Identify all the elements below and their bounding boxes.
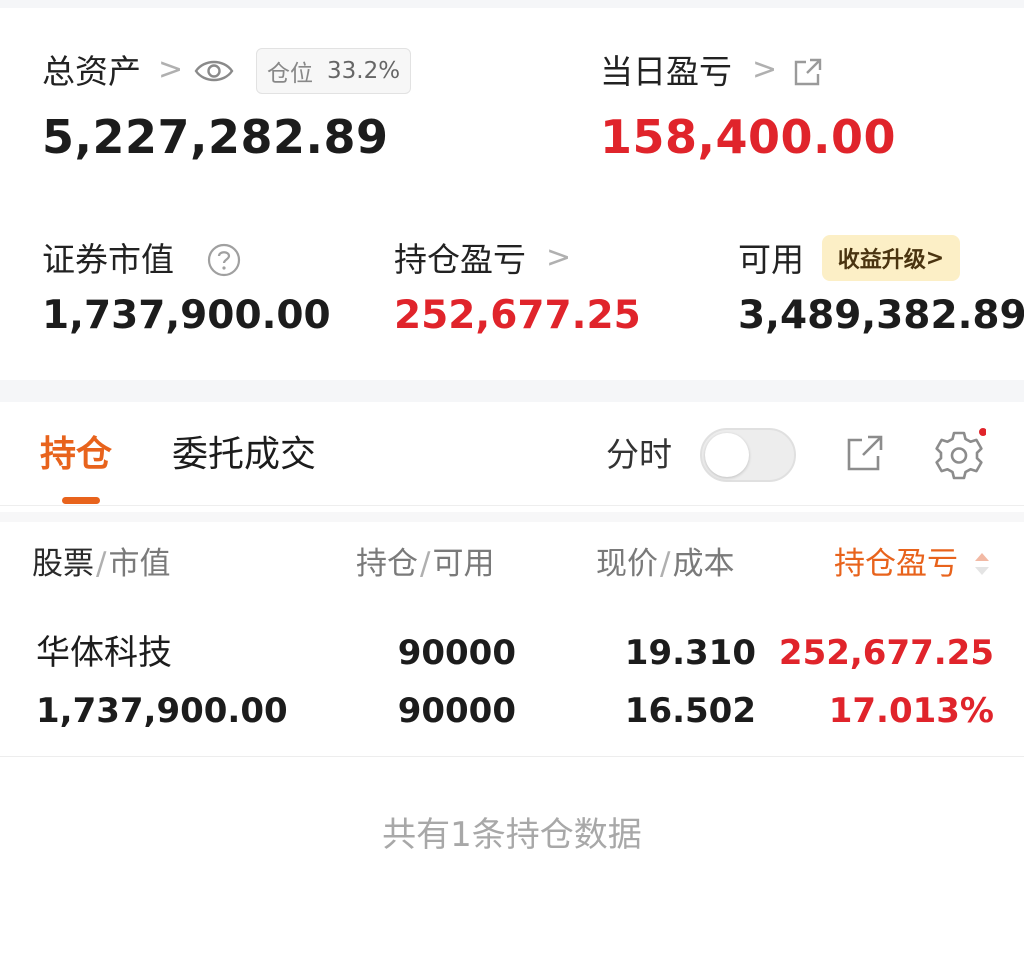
header-price-cost[interactable]: 现价/成本 bbox=[596, 544, 734, 584]
header-stock: 股票 bbox=[32, 546, 94, 582]
header-stock-value[interactable]: 股票/市值 bbox=[32, 544, 170, 584]
header-cost: 成本 bbox=[672, 546, 735, 582]
row-separator bbox=[0, 756, 1024, 757]
stock-price: 19.310 bbox=[624, 633, 756, 673]
securities-value: 1,737,900.00 bbox=[42, 293, 331, 338]
total-assets-label[interactable]: 总资产 bbox=[42, 52, 141, 92]
intraday-toggle[interactable] bbox=[700, 428, 796, 482]
position-ratio-badge: 仓位 33.2% bbox=[256, 48, 411, 94]
total-assets-value: 5,227,282.89 bbox=[42, 110, 389, 164]
stock-market-value: 1,737,900.00 bbox=[36, 691, 288, 731]
tab-active-indicator bbox=[62, 497, 100, 504]
external-link-icon[interactable] bbox=[844, 432, 886, 474]
toggle-knob bbox=[705, 433, 749, 477]
stock-available: 90000 bbox=[397, 691, 516, 731]
section-divider bbox=[0, 380, 1024, 402]
stock-pnl: 252,677.25 bbox=[778, 633, 994, 673]
tab-orders[interactable]: 委托成交 bbox=[172, 433, 316, 477]
chevron-right-icon[interactable]: > bbox=[546, 238, 571, 278]
top-strip bbox=[0, 0, 1024, 8]
chevron-right-icon: > bbox=[925, 245, 945, 271]
stock-holding: 90000 bbox=[397, 633, 516, 673]
stock-name[interactable]: 华体科技 bbox=[36, 632, 172, 674]
holdings-count-note: 共有1条持仓数据 bbox=[382, 815, 642, 855]
daily-pnl-value: 158,400.00 bbox=[600, 110, 897, 164]
position-value: 33.2% bbox=[327, 58, 401, 84]
upgrade-badge[interactable]: 收益升级 > bbox=[822, 235, 960, 281]
header-available: 可用 bbox=[432, 546, 495, 582]
header-slash: / bbox=[96, 546, 107, 582]
stock-cost: 16.502 bbox=[624, 691, 756, 731]
share-icon[interactable] bbox=[792, 56, 824, 88]
header-slash: / bbox=[660, 546, 671, 582]
position-label: 仓位 bbox=[267, 61, 313, 87]
header-slash: / bbox=[420, 546, 431, 582]
securities-value-label: 证券市值 bbox=[42, 240, 174, 279]
gear-icon[interactable] bbox=[932, 428, 986, 482]
table-header-band bbox=[0, 512, 1024, 522]
stock-pnl-percent: 17.013% bbox=[828, 691, 994, 731]
holding-pnl-label[interactable]: 持仓盈亏 bbox=[394, 240, 526, 280]
chevron-right-icon[interactable]: > bbox=[752, 50, 777, 90]
chevron-right-icon[interactable]: > bbox=[158, 50, 183, 90]
upgrade-badge-label: 收益升级 bbox=[837, 248, 926, 273]
eye-icon[interactable] bbox=[194, 56, 234, 86]
tab-separator bbox=[0, 505, 1024, 506]
tab-holdings[interactable]: 持仓 bbox=[40, 433, 112, 477]
header-holding: 持仓 bbox=[356, 546, 418, 582]
available-value: 3,489,382.89 bbox=[738, 293, 1024, 338]
help-icon[interactable] bbox=[206, 242, 242, 278]
holding-pnl-value: 252,677.25 bbox=[394, 293, 641, 338]
intraday-label: 分时 bbox=[606, 435, 672, 474]
sort-icon[interactable] bbox=[972, 550, 992, 578]
header-pnl[interactable]: 持仓盈亏 bbox=[834, 544, 958, 584]
header-market-value: 市值 bbox=[108, 546, 171, 582]
header-holding-available[interactable]: 持仓/可用 bbox=[356, 544, 494, 584]
available-label: 可用 bbox=[738, 240, 804, 279]
header-price: 现价 bbox=[596, 546, 658, 582]
daily-pnl-label[interactable]: 当日盈亏 bbox=[600, 52, 732, 92]
